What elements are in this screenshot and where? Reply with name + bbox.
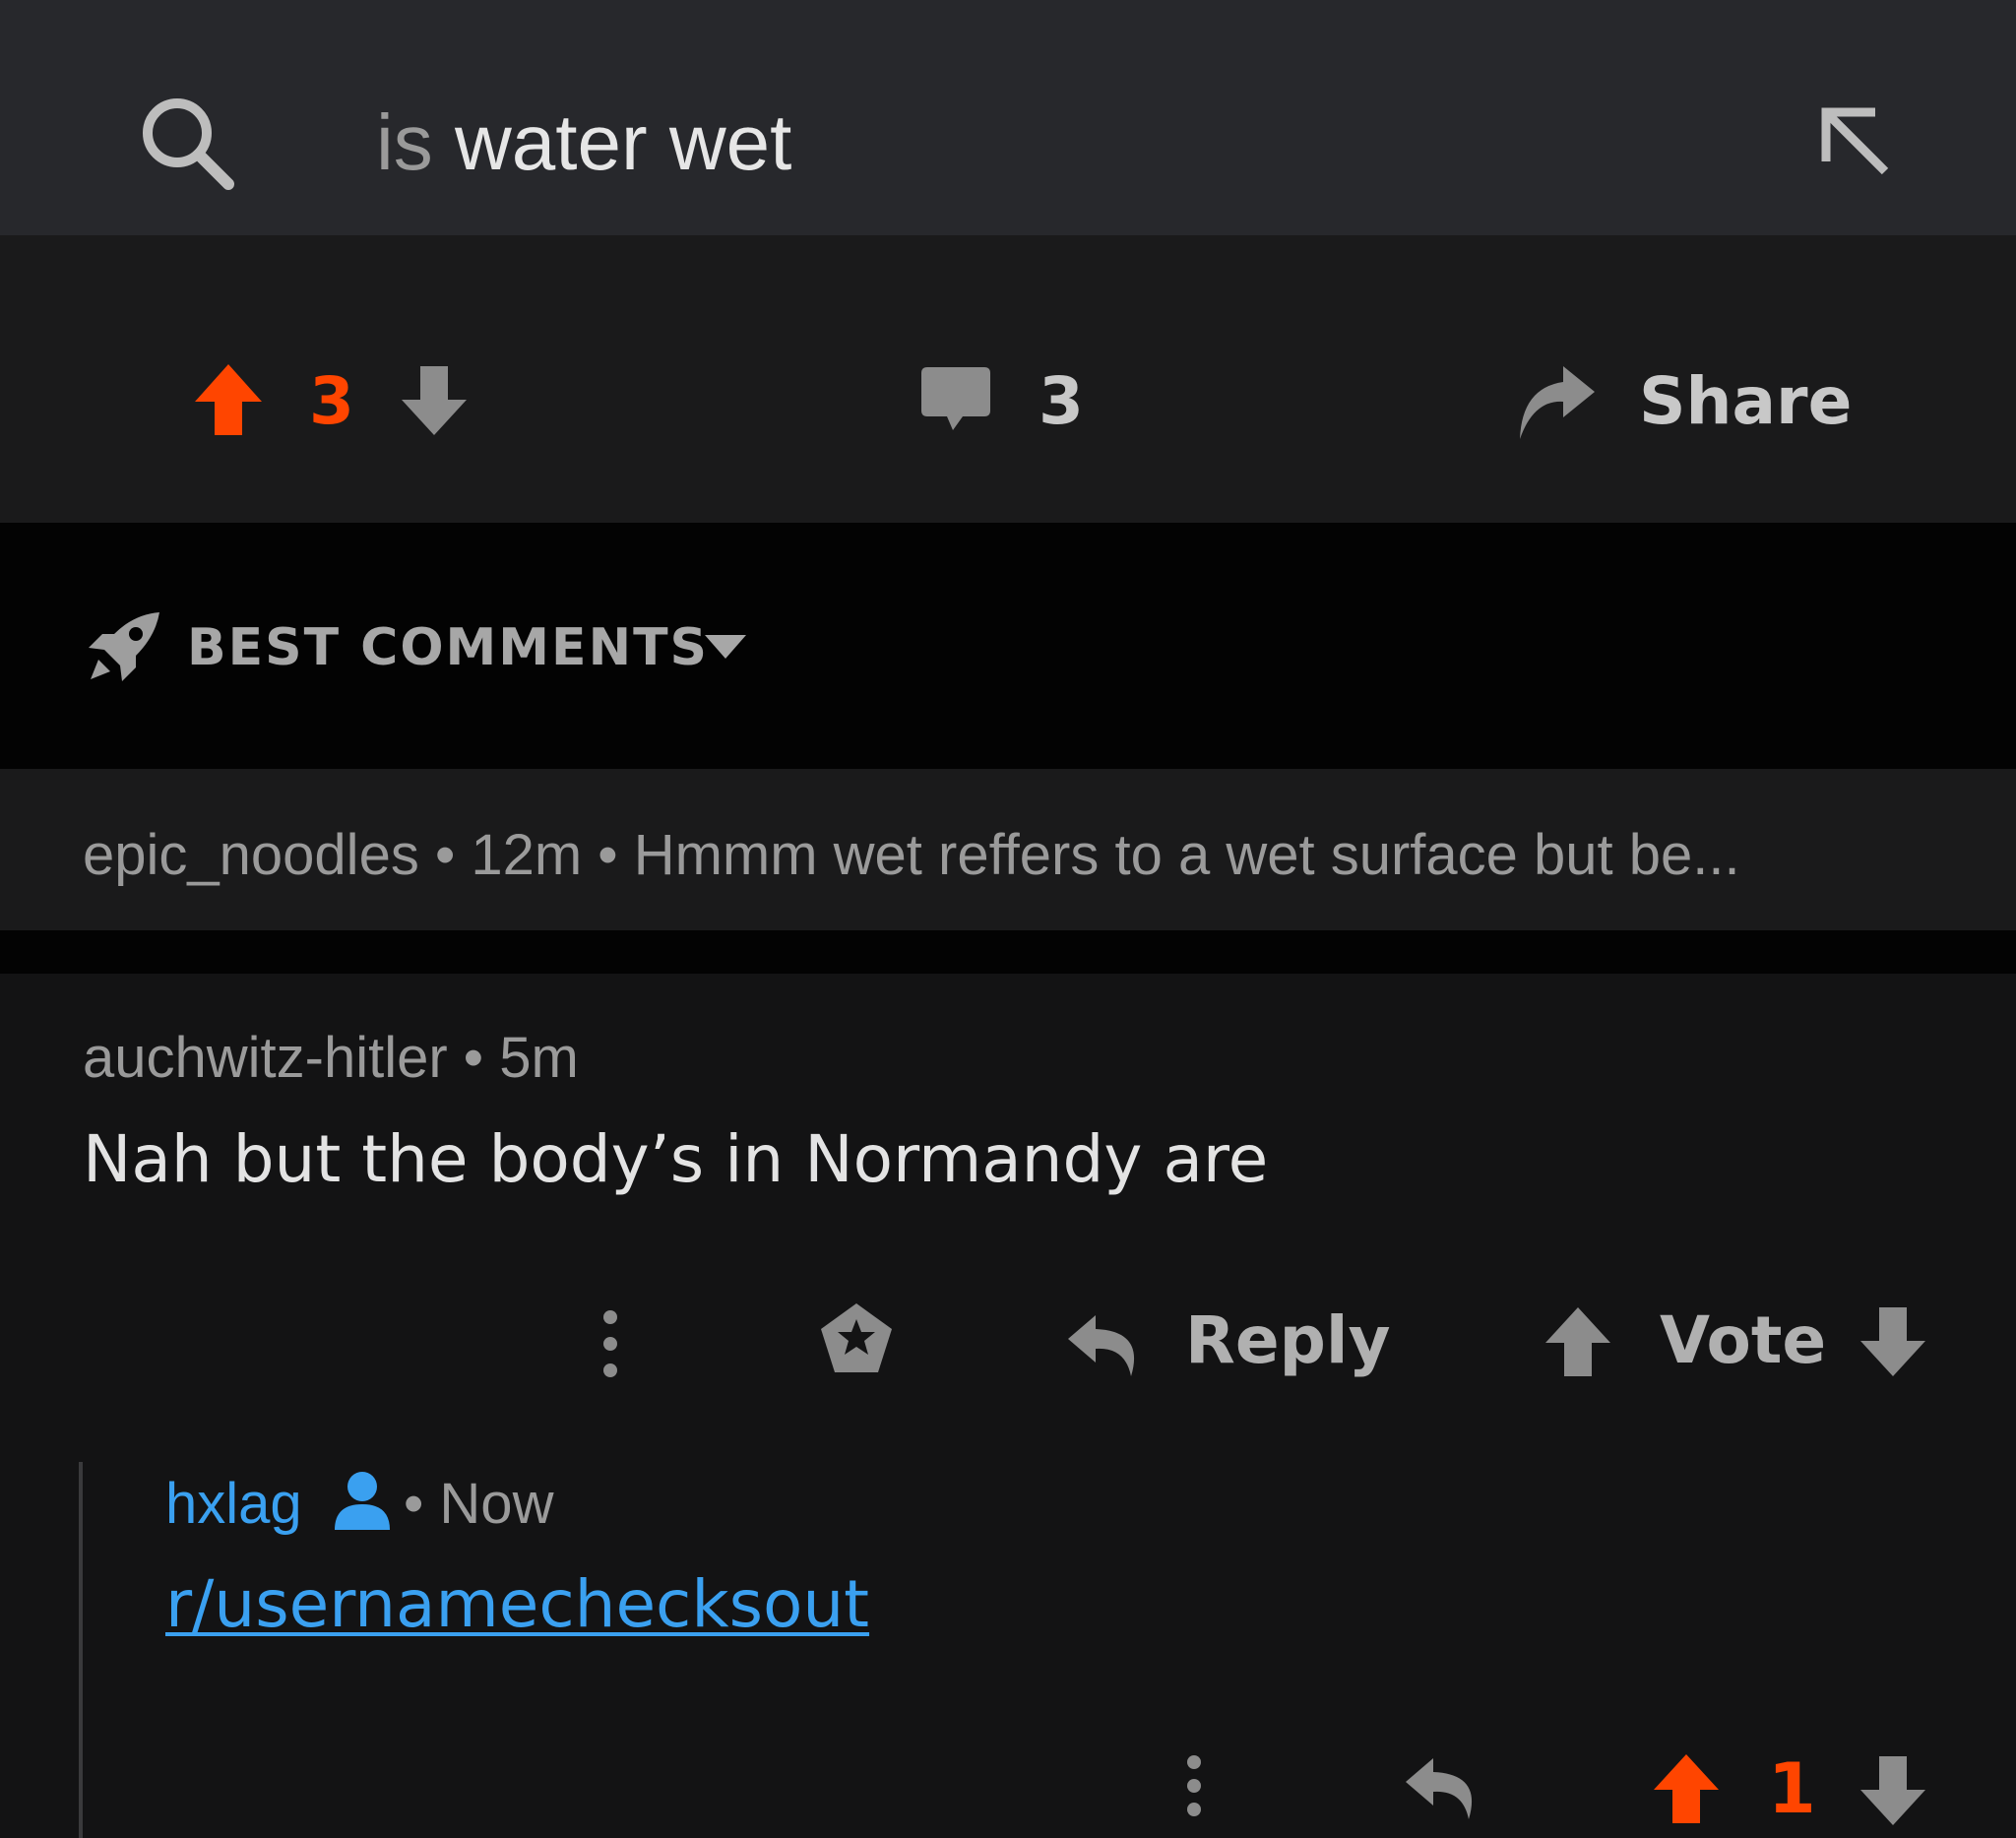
reply-icon[interactable] bbox=[1404, 1754, 1479, 1827]
divider bbox=[0, 930, 2016, 974]
upvote-icon[interactable] bbox=[1652, 1752, 1721, 1829]
downvote-icon[interactable] bbox=[1858, 1305, 1927, 1382]
search-query-first-word: is bbox=[376, 98, 433, 186]
share-icon[interactable] bbox=[1514, 360, 1597, 447]
comment-meta: auchwitz-hitler • 5m bbox=[83, 1027, 579, 1090]
post-score: 3 bbox=[309, 363, 354, 439]
meta-separator: • bbox=[447, 1026, 500, 1090]
comments-count: 3 bbox=[1039, 363, 1084, 439]
sort-label[interactable]: BEST COMMENTS bbox=[187, 620, 709, 675]
search-query-rest: water wet bbox=[432, 98, 792, 186]
search-bar[interactable] bbox=[0, 0, 2016, 235]
subreddit-link[interactable]: r/usernamechecksout bbox=[165, 1567, 869, 1642]
thread-line[interactable] bbox=[79, 1462, 83, 1838]
award-icon[interactable] bbox=[817, 1299, 896, 1382]
comment-body: Nah but the body’s in Normandy are bbox=[83, 1121, 1269, 1197]
more-icon[interactable] bbox=[1178, 1754, 1210, 1821]
reply-author[interactable]: hxlag bbox=[165, 1473, 302, 1536]
upvote-icon[interactable] bbox=[193, 362, 264, 441]
rocket-icon bbox=[85, 610, 161, 687]
search-input[interactable]: is water wet bbox=[376, 98, 791, 187]
comment-author[interactable]: auchwitz-hitler bbox=[83, 1026, 448, 1090]
more-icon[interactable] bbox=[595, 1309, 626, 1382]
reply-icon[interactable] bbox=[1066, 1311, 1141, 1384]
caret-down-icon[interactable] bbox=[703, 633, 748, 665]
share-button[interactable]: Share bbox=[1639, 367, 1852, 436]
reply-time: • Now bbox=[404, 1472, 554, 1536]
collapsed-comment-text: epic_noodles • 12m • Hmmm wet reffers to… bbox=[83, 823, 1740, 887]
vote-label: Vote bbox=[1660, 1302, 1827, 1378]
upvote-icon[interactable] bbox=[1544, 1305, 1612, 1382]
reply-button[interactable]: Reply bbox=[1185, 1306, 1390, 1375]
comment-icon[interactable] bbox=[919, 365, 992, 438]
comment bbox=[0, 974, 2016, 1838]
reply-score: 1 bbox=[1768, 1748, 1816, 1829]
downvote-icon[interactable] bbox=[1858, 1754, 1927, 1831]
downvote-icon[interactable] bbox=[400, 364, 469, 441]
collapse-icon[interactable] bbox=[1816, 102, 1895, 185]
search-icon[interactable] bbox=[138, 94, 236, 196]
comment-time: 5m bbox=[499, 1026, 579, 1090]
user-icon bbox=[331, 1469, 394, 1536]
